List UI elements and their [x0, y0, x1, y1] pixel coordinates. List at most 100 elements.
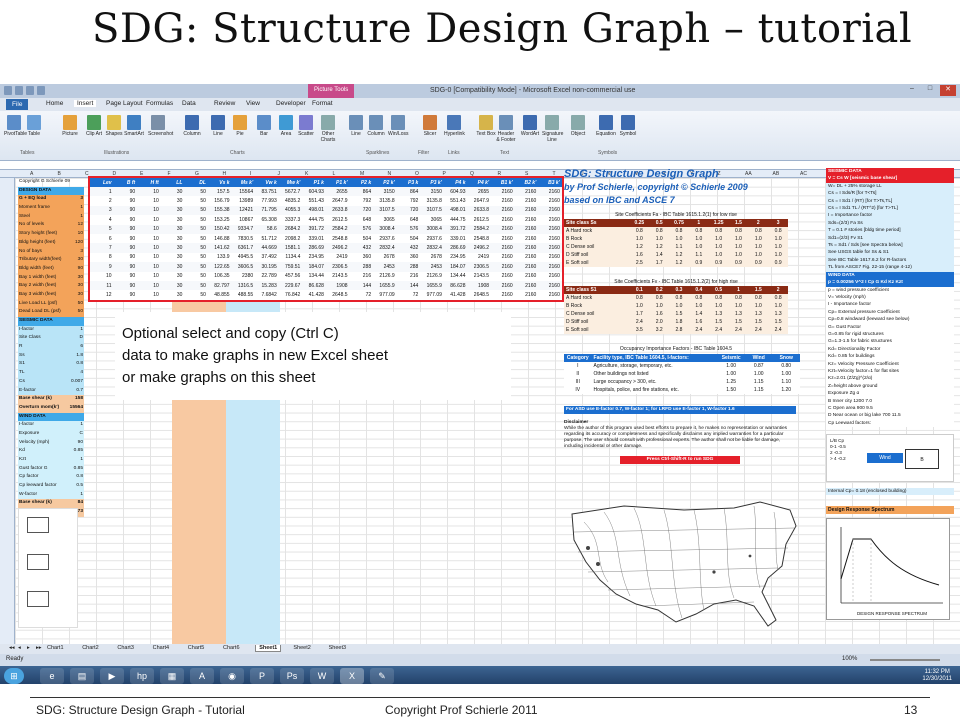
left-panel-row[interactable]: Site Class D	[18, 334, 84, 344]
table-row[interactable]: 5 90 10 30 50 150.42 9334.7 58.6 2684.2 391.72 258…	[90, 224, 562, 234]
menu-tab-home[interactable]: Home	[46, 100, 63, 107]
left-panel-row[interactable]: Ss 1.8	[18, 351, 84, 361]
undo-icon[interactable]	[26, 86, 34, 95]
table-row[interactable]: 12 90 10 30 50 48.855 488.55 7.6842 76.842 41.428…	[90, 290, 562, 300]
menu-tab-review[interactable]: Review	[214, 100, 235, 107]
tab-scroll-icon[interactable]: ▸	[24, 645, 33, 651]
left-panel-row[interactable]: Cs 0.007	[18, 377, 84, 387]
sheet-tab-sheet3[interactable]: Sheet3	[326, 645, 349, 651]
ribbon-screenshot[interactable]: Screenshot	[148, 115, 173, 137]
sheet-tab-sheet2[interactable]: Sheet2	[290, 645, 313, 651]
ribbon-area[interactable]: Area	[276, 115, 296, 137]
left-panel-row[interactable]: Bay 1 width (feet) 30	[18, 273, 84, 283]
ribbon-shapes[interactable]: Shapes	[104, 115, 124, 137]
left-panel-row[interactable]: No of levels 12	[18, 221, 84, 231]
left-panel-row[interactable]: SEISMIC DATA	[18, 317, 84, 326]
ribbon-pivottable[interactable]: PivotTable	[4, 115, 27, 137]
left-panel-row[interactable]: E-factor 0.7	[18, 386, 84, 396]
left-panel-row[interactable]: Bldg width (feet) 90	[18, 264, 84, 274]
column-header-A[interactable]: A	[30, 171, 33, 177]
system-clock[interactable]: 11:32 PM 12/30/2011	[922, 669, 952, 683]
left-panel-row[interactable]: I-factor 1	[18, 325, 84, 335]
table-row[interactable]: 10 90 10 30 50 106.35 2380 22.789 457.56 134.44 21…	[90, 271, 562, 281]
left-panel-row[interactable]: Cp leeward factor 0.5	[18, 482, 84, 491]
menu-tab-insert[interactable]: Insert	[74, 100, 97, 107]
menu-tab-file[interactable]: File	[6, 99, 29, 110]
design-data-table[interactable]: Lev B ft H ft LL DL Vs k Ms k' Vw k Mw k' P1 k P1 …	[88, 176, 564, 302]
table-row[interactable]: 6 90 10 30 50 146.88 7830.5 51.712 2098.2 339.01 2…	[90, 233, 562, 244]
left-panel-row[interactable]: Live Load LL (psf) 50	[18, 299, 84, 309]
left-panel-row[interactable]: Bay 3 width (feet) 30	[18, 290, 84, 300]
sheet-tab-chart2[interactable]: Chart2	[79, 645, 102, 651]
ribbon-win-loss[interactable]: Win/Loss	[388, 115, 409, 137]
zoom-level[interactable]: 100%	[842, 656, 857, 662]
ribbon-bar[interactable]: Bar	[254, 115, 274, 137]
column-header-B[interactable]: B	[58, 171, 61, 177]
ribbon-line[interactable]: Line	[208, 115, 228, 137]
ribbon-clip-art[interactable]: Clip Art	[84, 115, 104, 137]
media-player-icon[interactable]: ▶	[100, 668, 124, 684]
minimize-icon[interactable]: –	[904, 85, 920, 96]
hp-icon[interactable]: hp	[130, 668, 154, 684]
table-row[interactable]: 7 90 10 30 50 141.62 6361.7 44.669 1581.1 286.69 2…	[90, 243, 562, 253]
ie-icon[interactable]: e	[40, 668, 64, 684]
left-panel-row[interactable]: Bay 2 width (feet) 30	[18, 282, 84, 291]
acrobat-icon[interactable]: A	[190, 668, 214, 684]
sheet-tab-chart6[interactable]: Chart6	[220, 645, 243, 651]
powerpoint-icon[interactable]: P	[250, 668, 274, 684]
ribbon-signature-line[interactable]: Signature Line	[542, 115, 563, 143]
ribbon-picture[interactable]: Picture	[60, 115, 80, 137]
sheet-tab-sheet1[interactable]: Sheet1	[255, 645, 282, 652]
word-icon[interactable]: W	[310, 668, 334, 684]
ribbon-scatter[interactable]: Scatter	[296, 115, 316, 137]
sheet-tab-chart4[interactable]: Chart4	[150, 645, 173, 651]
folder-icon[interactable]: ▤	[70, 668, 94, 684]
left-panel-row[interactable]: G + EQ load 3	[18, 195, 84, 205]
table-row[interactable]: 8 90 10 30 50 133.9 4945.5 37.492 1134.4 234.95 24…	[90, 252, 562, 263]
left-panel-row[interactable]: Exposure C	[18, 429, 84, 439]
ribbon-equation[interactable]: Equation	[596, 115, 616, 137]
left-panel-row[interactable]: Overturn mom(k') 15564	[18, 403, 84, 413]
ribbon-slicer[interactable]: Slicer	[420, 115, 440, 137]
firefox-icon[interactable]: ◉	[220, 668, 244, 684]
ribbon-symbol[interactable]: Symbol	[618, 115, 638, 137]
left-panel-row[interactable]: Moment frame 1	[18, 204, 84, 213]
ribbon-wordart[interactable]: WordArt	[520, 115, 540, 137]
start-button-icon[interactable]: ⊞	[4, 668, 24, 684]
left-panel-row[interactable]: No of bays 3	[18, 247, 84, 257]
table-row[interactable]: 3 90 10 30 50 155.38 12421 71.795 4055.3 498.01 26…	[90, 205, 562, 216]
sheet-tab-chart5[interactable]: Chart5	[185, 645, 208, 651]
save-icon[interactable]	[15, 86, 23, 95]
left-panel-row[interactable]: TL 4	[18, 369, 84, 378]
table-row[interactable]: 11 90 10 30 50 82.797 1316.5 15.283 229.67 86.628…	[90, 280, 562, 291]
table-row[interactable]: 9 90 10 30 50 122.65 3606.5 30.195 759.51 184.07 2…	[90, 262, 562, 272]
left-panel-row[interactable]: Dead Load DL (psf) 50	[18, 308, 84, 317]
left-panel-row[interactable]: Velocity (mph) 90	[18, 438, 84, 448]
excel-taskbar-icon[interactable]: X	[340, 668, 364, 684]
tab-scroll-icon[interactable]: ◂	[15, 645, 24, 651]
menu-tab-developer[interactable]: Developer	[276, 100, 306, 107]
left-panel-row[interactable]: Cp factor 0.8	[18, 473, 84, 483]
menu-tab-data[interactable]: Data	[182, 100, 196, 107]
ribbon-column[interactable]: Column	[182, 115, 202, 137]
zoom-slider[interactable]	[870, 659, 940, 661]
ribbon-table[interactable]: Table	[24, 115, 44, 137]
left-panel-row[interactable]: Tributary width(feet) 30	[18, 256, 84, 265]
left-panel-row[interactable]: Kd 0.85	[18, 447, 84, 456]
table-row[interactable]: 2 90 10 30 50 156.79 13989 77.993 4835.2 551.43 26…	[90, 196, 562, 206]
left-panel-row[interactable]: Story height (feet) 10	[18, 230, 84, 239]
left-panel-row[interactable]: Base shear (k) 84	[18, 499, 84, 509]
sheet-tab-chart1[interactable]: Chart1	[44, 645, 67, 651]
menu-tab-format[interactable]: Format	[312, 100, 333, 107]
left-panel-row[interactable]: Base shear (k) 158	[18, 395, 84, 404]
redo-icon[interactable]	[37, 86, 45, 95]
left-panel-row[interactable]: I-factor 1	[18, 421, 84, 430]
left-panel-row[interactable]: Kzt 1	[18, 456, 84, 465]
table-row[interactable]: 4 90 10 30 50 153.25 10867 65.308 3337.3 444.75 26…	[90, 215, 562, 225]
menu-tab-formulas[interactable]: Formulas	[146, 100, 173, 107]
tab-scroll-icon[interactable]: ▸▸	[33, 645, 45, 651]
ribbon-pie[interactable]: Pie	[230, 115, 250, 137]
left-panel-row[interactable]: Bldg height (feet) 120	[18, 238, 84, 248]
ribbon-object[interactable]: Object	[568, 115, 588, 137]
left-panel-row[interactable]: S1 0.8	[18, 360, 84, 370]
